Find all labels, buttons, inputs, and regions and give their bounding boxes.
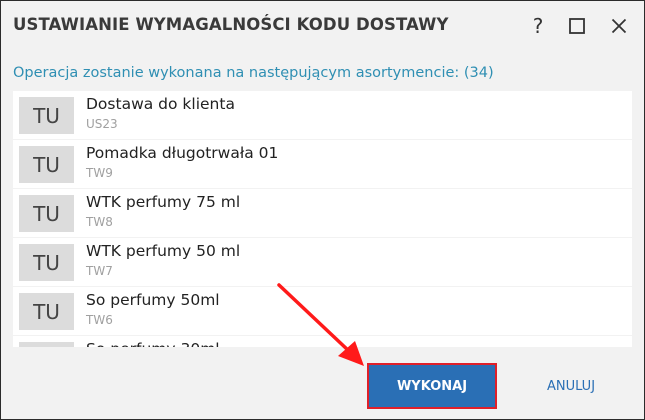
item-name: So perfumy 50ml xyxy=(86,291,220,309)
title-bar: USTAWIANIE WYMAGALNOŚCI KODU DOSTAWY ? xyxy=(1,1,644,51)
execute-button[interactable]: WYKONAJ xyxy=(367,363,497,409)
list-item[interactable]: TU Pomadka długotrwała 01 TW9 xyxy=(13,140,632,188)
item-type-badge: TU xyxy=(19,97,74,134)
close-button[interactable] xyxy=(604,11,634,41)
item-type-badge: TU xyxy=(19,244,74,281)
product-list[interactable]: TU Dostawa do klienta US23 TU Pomadka długot… xyxy=(13,91,632,347)
list-item[interactable]: TU WTK perfumy 75 ml TW8 xyxy=(13,189,632,237)
dialog: USTAWIANIE WYMAGALNOŚCI KODU DOSTAWY ? O… xyxy=(0,0,645,420)
info-text: Operacja zostanie wykonana na następując… xyxy=(13,65,494,81)
cancel-button[interactable]: ANULUJ xyxy=(531,363,611,409)
item-code: TW7 xyxy=(86,264,113,278)
list-item[interactable]: TU WTK perfumy 50 ml TW7 xyxy=(13,238,632,286)
item-name: WTK perfumy 50 ml xyxy=(86,242,241,260)
item-type-badge: TU xyxy=(19,146,74,183)
item-type-badge: TU xyxy=(19,195,74,232)
item-name: So perfumy 30ml xyxy=(86,340,220,347)
item-code: TW6 xyxy=(86,313,113,327)
item-type-badge: TU xyxy=(19,342,74,347)
item-code: TW8 xyxy=(86,215,113,229)
item-name: Pomadka długotrwała 01 xyxy=(86,144,279,162)
list-item[interactable]: TU So perfumy 30ml xyxy=(13,336,632,347)
list-item[interactable]: TU Dostawa do klienta US23 xyxy=(13,91,632,139)
maximize-button[interactable] xyxy=(562,11,592,41)
help-button[interactable]: ? xyxy=(523,11,553,41)
item-name: WTK perfumy 75 ml xyxy=(86,193,241,211)
item-code: US23 xyxy=(86,117,118,131)
maximize-icon xyxy=(569,18,585,34)
item-type-badge: TU xyxy=(19,293,74,330)
dialog-title: USTAWIANIE WYMAGALNOŚCI KODU DOSTAWY xyxy=(13,15,449,34)
item-name: Dostawa do klienta xyxy=(86,95,235,113)
list-item[interactable]: TU So perfumy 50ml TW6 xyxy=(13,287,632,335)
item-code: TW9 xyxy=(86,166,113,180)
close-icon xyxy=(611,18,627,34)
